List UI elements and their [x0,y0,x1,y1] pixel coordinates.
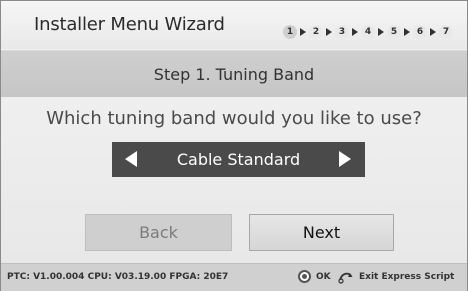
installer-wizard-screen: Installer Menu Wizard 1 2 3 4 5 6 7 Step… [0,0,468,291]
selector-value: Cable Standard [176,150,301,169]
step-indicator: 1 2 3 4 5 6 7 [283,25,453,39]
version-info: PTC: V1.00.004 CPU: V03.19.00 FPGA: 20E7 [7,272,229,282]
arrow-right-icon[interactable] [339,151,351,167]
step-separator-icon [300,28,306,36]
ok-hint: OK [298,270,331,283]
step-5: 5 [387,25,401,39]
step-separator-icon [352,28,358,36]
step-6: 6 [413,25,427,39]
ok-label: OK [316,271,331,282]
header-bar: Installer Menu Wizard 1 2 3 4 5 6 7 [1,1,467,49]
step-title: Step 1. Tuning Band [153,65,315,84]
question-text: Which tuning band would you like to use? [46,108,422,129]
step-3: 3 [335,25,349,39]
step-separator-icon [430,28,436,36]
ok-circle-icon [298,270,311,283]
footer-bar: PTC: V1.00.004 CPU: V03.19.00 FPGA: 20E7… [1,263,467,291]
step-4: 4 [361,25,375,39]
step-title-band: Step 1. Tuning Band [1,50,467,97]
back-button[interactable]: Back [85,214,232,251]
page-title: Installer Menu Wizard [34,14,225,35]
step-1: 1 [283,25,297,39]
exit-label: Exit Express Script [359,272,455,282]
tuning-band-selector[interactable]: Cable Standard [112,142,365,177]
step-2: 2 [309,25,323,39]
step-7: 7 [439,25,453,39]
next-button[interactable]: Next [249,214,394,251]
exit-hint: Exit Express Script [338,270,454,284]
return-arrow-icon [338,272,353,284]
step-separator-icon [404,28,410,36]
step-separator-icon [326,28,332,36]
step-separator-icon [378,28,384,36]
